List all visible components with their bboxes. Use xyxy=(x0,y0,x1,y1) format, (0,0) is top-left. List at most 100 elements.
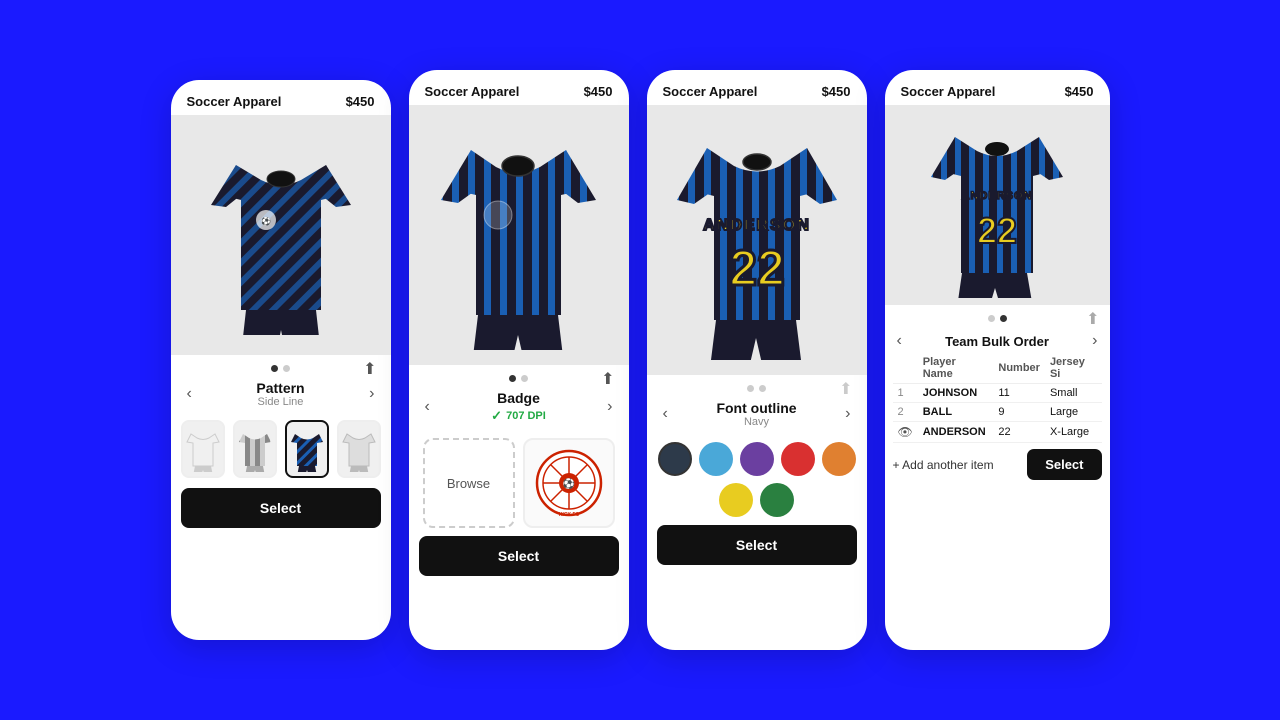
table-row: 2 BALL 9 Large xyxy=(893,403,1102,422)
bulk-title: Team Bulk Order xyxy=(945,328,1049,353)
screen-bulk-order: Soccer Apparel $450 ANDERSON 22 xyxy=(885,70,1110,650)
dot-active-1 xyxy=(271,365,278,372)
add-item-button[interactable]: + Add another item xyxy=(893,458,1022,472)
share-icon-2[interactable]: ⬆ xyxy=(601,369,614,380)
color-swatch-red[interactable] xyxy=(781,442,815,476)
dot-2-3 xyxy=(759,385,766,392)
badge-preview: ⚽ KICK FC xyxy=(523,438,615,528)
svg-text:ANDERSON: ANDERSON xyxy=(703,217,811,234)
card-title-3: Soccer Apparel xyxy=(663,84,758,99)
screen-font-outline: Soccer Apparel $450 ANDERSON xyxy=(647,70,867,650)
screen-pattern: Soccer Apparel $450 ⚽ xyxy=(171,80,391,640)
color-swatch-purple[interactable] xyxy=(740,442,774,476)
eye-icon[interactable]: 👁 xyxy=(898,425,913,439)
share-icon-1[interactable]: ⬆ xyxy=(363,359,376,370)
bulk-table-container: Player Name Number Jersey Si 1 JOHNSON 1… xyxy=(885,353,1110,443)
col-num-header xyxy=(893,353,918,384)
card-title-1: Soccer Apparel xyxy=(187,94,282,109)
table-row: 1 JOHNSON 11 Small xyxy=(893,384,1102,403)
row-name-3: ANDERSON xyxy=(918,422,994,443)
select-button-1[interactable]: Select xyxy=(181,488,381,528)
color-swatch-orange[interactable] xyxy=(822,442,856,476)
badge-upload-area: Browse ⚽ KICK FC xyxy=(409,430,629,536)
row-name-2: BALL xyxy=(918,403,994,422)
col-name-header: Player Name xyxy=(918,353,994,384)
card-price-4: $450 xyxy=(1065,84,1094,99)
color-swatch-navy[interactable] xyxy=(658,442,692,476)
row-num-1: 1 xyxy=(893,384,918,403)
card-price-2: $450 xyxy=(584,84,613,99)
share-icon-3[interactable]: ⬆ xyxy=(839,379,852,390)
next-arrow-1[interactable]: › xyxy=(363,383,380,405)
dot-1-4 xyxy=(988,315,995,322)
pattern-thumb-3[interactable] xyxy=(285,420,329,478)
card-header-3: Soccer Apparel $450 xyxy=(647,70,867,105)
card-price-3: $450 xyxy=(822,84,851,99)
row-number-2: 9 xyxy=(993,403,1045,422)
svg-text:ANDERSON: ANDERSON xyxy=(962,190,1033,202)
pattern-thumb-4[interactable] xyxy=(337,420,381,478)
prev-arrow-3[interactable]: ‹ xyxy=(657,403,674,425)
prev-arrow-1[interactable]: ‹ xyxy=(181,383,198,405)
dot-1-3 xyxy=(747,385,754,392)
row-num-2: 2 xyxy=(893,403,918,422)
next-arrow-2[interactable]: › xyxy=(601,396,618,418)
card-price-1: $450 xyxy=(346,94,375,109)
table-header-row: Player Name Number Jersey Si xyxy=(893,353,1102,384)
nav-row-1: ‹ Pattern Side Line › xyxy=(171,378,391,410)
dot-row-3 xyxy=(647,377,867,396)
row-eye-3: 👁 xyxy=(893,422,918,443)
pattern-thumb-2[interactable] xyxy=(233,420,277,478)
select-button-3[interactable]: Select xyxy=(657,525,857,565)
dot-row-4 xyxy=(885,307,1110,326)
bulk-next-arrow[interactable]: › xyxy=(1086,330,1103,352)
jersey-svg-4: ANDERSON 22 xyxy=(927,113,1067,298)
color-swatch-green[interactable] xyxy=(760,483,794,517)
bulk-order-table: Player Name Number Jersey Si 1 JOHNSON 1… xyxy=(893,353,1102,443)
pattern-thumb-1[interactable] xyxy=(181,420,225,478)
pattern-options xyxy=(171,414,391,488)
bulk-nav: ‹ Team Bulk Order › xyxy=(885,328,1110,353)
col-number-header: Number xyxy=(993,353,1045,384)
jersey-image-area-1: ⚽ xyxy=(171,115,391,355)
svg-text:22: 22 xyxy=(977,210,1017,251)
row-size-2: Large xyxy=(1045,403,1102,422)
badge-dpi: ✓ 707 DPI xyxy=(491,408,546,424)
svg-text:⚽: ⚽ xyxy=(561,477,574,490)
col-size-header: Jersey Si xyxy=(1045,353,1102,384)
bulk-select-button[interactable]: Select xyxy=(1027,449,1101,480)
card-header-1: Soccer Apparel $450 xyxy=(171,80,391,115)
step-label-2: Badge ✓ 707 DPI xyxy=(491,388,546,426)
card-title-4: Soccer Apparel xyxy=(901,84,996,99)
card-title-2: Soccer Apparel xyxy=(425,84,520,99)
nav-row-3: ‹ Font outline Navy › xyxy=(647,398,867,430)
jersey-svg-2 xyxy=(436,120,601,350)
browse-button[interactable]: Browse xyxy=(423,438,515,528)
jersey-image-area-3: ANDERSON 22 xyxy=(647,105,867,375)
row-size-3: X-Large xyxy=(1045,422,1102,443)
jersey-svg-back: ANDERSON 22 xyxy=(672,120,842,360)
dot-row-1 xyxy=(171,357,391,376)
color-swatch-yellow[interactable] xyxy=(719,483,753,517)
bulk-prev-arrow[interactable]: ‹ xyxy=(891,330,908,352)
row-size-1: Small xyxy=(1045,384,1102,403)
dot-row-2 xyxy=(409,367,629,386)
dot-active-2 xyxy=(509,375,516,382)
screen-badge: Soccer Apparel $450 xyxy=(409,70,629,650)
next-arrow-3[interactable]: › xyxy=(839,403,856,425)
jersey-svg-1: ⚽ xyxy=(206,135,356,335)
select-button-2[interactable]: Select xyxy=(419,536,619,576)
dot-inactive-2 xyxy=(521,375,528,382)
step-label-3: Font outline Navy xyxy=(716,398,796,430)
card-header-4: Soccer Apparel $450 xyxy=(885,70,1110,105)
share-icon-4[interactable]: ⬆ xyxy=(1086,309,1099,320)
add-item-row: + Add another item Select xyxy=(885,443,1110,486)
svg-text:22: 22 xyxy=(729,240,785,296)
svg-text:KICK FC: KICK FC xyxy=(558,512,579,518)
color-swatch-blue[interactable] xyxy=(699,442,733,476)
prev-arrow-2[interactable]: ‹ xyxy=(419,396,436,418)
table-row: 👁 ANDERSON 22 X-Large xyxy=(893,422,1102,443)
row-number-3: 22 xyxy=(993,422,1045,443)
svg-text:⚽: ⚽ xyxy=(260,216,271,226)
card-header-2: Soccer Apparel $450 xyxy=(409,70,629,105)
